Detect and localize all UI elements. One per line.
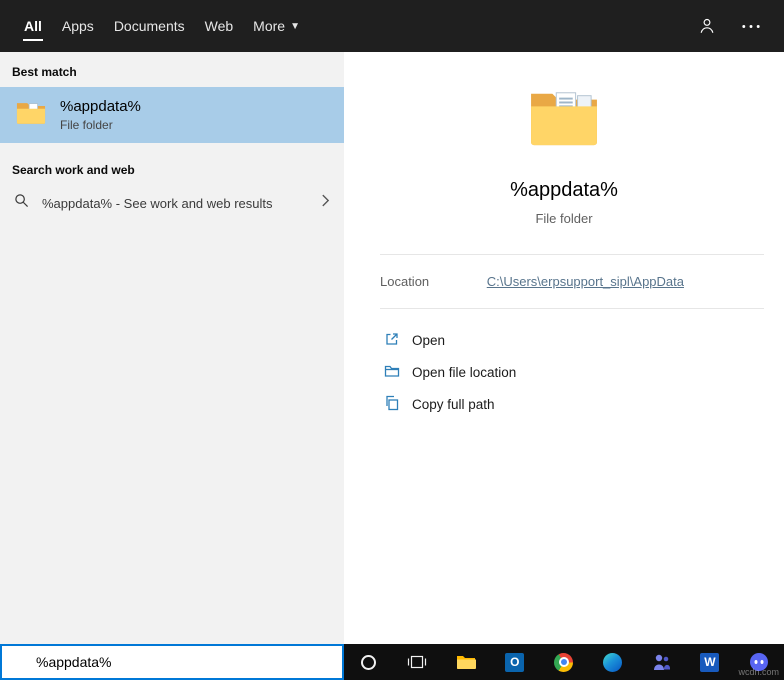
open-icon xyxy=(384,331,400,350)
chevron-down-icon: ▼ xyxy=(290,21,300,32)
feedback-user-icon[interactable] xyxy=(698,17,716,35)
preview-panel: %appdata% File folder Location C:\Users\… xyxy=(344,52,784,644)
task-view-icon[interactable] xyxy=(393,644,442,680)
web-section-header: Search work and web xyxy=(0,143,344,185)
tab-web[interactable]: Web xyxy=(195,0,244,52)
preview-title: %appdata% xyxy=(510,179,618,202)
bottom-bar: O W wcdn.com xyxy=(0,644,784,680)
copy-full-path-action[interactable]: Copy full path xyxy=(384,388,784,420)
search-flyout-body: Best match %appdata% File folder Search … xyxy=(0,52,784,644)
context-actions: Open Open file location xyxy=(344,309,784,420)
tab-documents[interactable]: Documents xyxy=(104,0,195,52)
chrome-icon[interactable] xyxy=(539,644,588,680)
tab-web-label: Web xyxy=(205,18,234,34)
open-file-location-action[interactable]: Open file location xyxy=(384,356,784,388)
best-match-header: Best match xyxy=(0,52,344,87)
tab-apps[interactable]: Apps xyxy=(52,0,104,52)
location-link[interactable]: C:\Users\erpsupport_sipl\AppData xyxy=(487,274,684,289)
copy-icon xyxy=(384,395,400,414)
folder-icon xyxy=(16,100,46,130)
tab-more-label: More xyxy=(253,18,285,34)
cortana-icon[interactable] xyxy=(344,644,393,680)
copy-full-path-label: Copy full path xyxy=(412,397,495,412)
word-icon[interactable]: W xyxy=(686,644,735,680)
search-icon xyxy=(14,193,29,213)
folder-large-icon xyxy=(527,86,601,153)
tab-all[interactable]: All xyxy=(14,0,52,52)
open-file-location-label: Open file location xyxy=(412,365,516,380)
preview-header: %appdata% File folder xyxy=(344,52,784,226)
taskbar: O W wcdn.com xyxy=(344,644,784,680)
folder-location-icon xyxy=(384,363,400,382)
more-options-icon[interactable] xyxy=(742,24,760,29)
location-label: Location xyxy=(380,274,429,289)
best-match-subtitle: File folder xyxy=(60,118,141,132)
chevron-right-icon[interactable] xyxy=(321,193,330,213)
tab-all-label: All xyxy=(24,18,42,34)
tab-more[interactable]: More ▼ xyxy=(243,0,310,52)
teams-icon[interactable] xyxy=(637,644,686,680)
best-match-result[interactable]: %appdata% File folder xyxy=(0,87,344,143)
open-action-label: Open xyxy=(412,333,445,348)
discord-icon[interactable] xyxy=(734,644,783,680)
outlook-icon[interactable]: O xyxy=(490,644,539,680)
tab-documents-label: Documents xyxy=(114,18,185,34)
search-filter-bar: All Apps Documents Web More ▼ xyxy=(0,0,784,52)
search-input[interactable] xyxy=(0,644,344,680)
tab-apps-label: Apps xyxy=(62,18,94,34)
edge-icon[interactable] xyxy=(588,644,637,680)
file-explorer-icon[interactable] xyxy=(442,644,491,680)
best-match-title: %appdata% xyxy=(60,98,141,115)
location-row: Location C:\Users\erpsupport_sipl\AppDat… xyxy=(344,255,784,308)
filter-tabs: All Apps Documents Web More ▼ xyxy=(0,0,310,52)
web-suggestion-label: %appdata% - See work and web results xyxy=(42,196,308,211)
preview-subtitle: File folder xyxy=(535,211,592,226)
open-action[interactable]: Open xyxy=(384,324,784,356)
topbar-actions xyxy=(698,0,784,52)
results-panel: Best match %appdata% File folder Search … xyxy=(0,52,344,644)
web-suggestion-row[interactable]: %appdata% - See work and web results xyxy=(0,185,344,221)
